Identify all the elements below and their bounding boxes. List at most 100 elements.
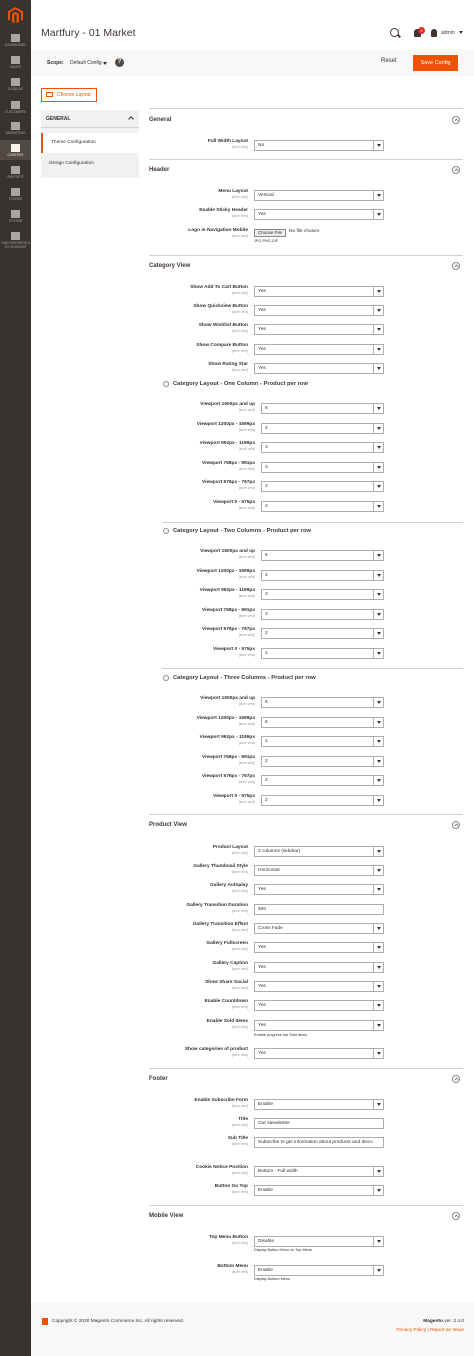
sidebar-item-find[interactable]: FIND PARTNERS & EXTENSIONS [0, 228, 31, 266]
chevron-down-icon[interactable] [373, 737, 383, 746]
tab-design-configuration[interactable]: Design Configuration [41, 154, 139, 174]
reset-button[interactable]: Reset [381, 58, 397, 64]
chevron-down-icon[interactable] [373, 287, 383, 296]
chevron-down-icon[interactable] [373, 963, 383, 972]
section-title-general[interactable]: General [149, 117, 171, 123]
chevron-down-icon[interactable] [373, 609, 383, 619]
chevron-down-icon[interactable] [373, 1167, 383, 1176]
select-viewport[interactable]: 6 [261, 550, 384, 561]
save-config-button[interactable]: Save Config [413, 55, 458, 71]
chevron-down-icon[interactable] [373, 698, 383, 707]
chevron-down-icon[interactable] [373, 482, 383, 491]
collapse-icon[interactable] [452, 1075, 460, 1083]
privacy-policy-link[interactable]: Privacy Policy [396, 1328, 426, 1333]
chevron-down-icon[interactable] [373, 795, 383, 805]
select-viewport[interactable]: 6 [261, 716, 384, 728]
sidebar-item-reports[interactable]: REPORTS [0, 162, 31, 182]
input-title[interactable]: Our Newsletter [254, 1118, 384, 1129]
chevron-down-icon[interactable] [103, 62, 107, 67]
select-add_cart[interactable]: Yes [254, 286, 384, 297]
section-title-category[interactable]: Category View [149, 263, 190, 269]
select-autoplay[interactable]: Yes [254, 884, 384, 895]
select-sticky[interactable]: Yes [254, 209, 384, 220]
select-viewport[interactable]: 2 [261, 736, 384, 747]
select-viewport[interactable]: 2 [261, 647, 384, 659]
select-show_cats[interactable]: Yes [254, 1048, 384, 1059]
chevron-down-icon[interactable] [373, 1237, 383, 1246]
select-effect[interactable]: Cross Fade [254, 923, 384, 934]
group-title-cat_one[interactable]: Category Layout - One Column - Product p… [173, 381, 308, 387]
collapse-icon[interactable] [452, 166, 460, 174]
select-viewport[interactable]: 3 [261, 608, 384, 620]
chevron-down-icon[interactable] [373, 1266, 383, 1275]
sidebar-item-system[interactable]: SYSTEM [0, 206, 31, 226]
user-name[interactable]: admin [441, 30, 455, 36]
chevron-down-icon[interactable] [373, 1021, 383, 1030]
input-subtitle[interactable]: Subscribe to get information about produ… [254, 1137, 384, 1148]
chevron-down-icon[interactable] [373, 570, 383, 580]
sidebar-item-customers[interactable]: CUSTOMERS [0, 97, 31, 117]
section-title-header[interactable]: Header [149, 167, 169, 173]
chevron-down-icon[interactable] [373, 404, 383, 413]
collapse-icon[interactable] [452, 1212, 460, 1220]
chevron-down-icon[interactable] [373, 847, 383, 856]
chevron-down-icon[interactable] [373, 551, 383, 560]
select-viewport[interactable]: 4 [261, 422, 384, 434]
chevron-down-icon[interactable] [373, 501, 383, 511]
select-fullscreen[interactable]: Yes [254, 942, 384, 953]
choose-file-button[interactable]: Choose File [254, 229, 286, 237]
sidebar-item-sales[interactable]: SALES [0, 52, 31, 72]
chevron-down-icon[interactable] [373, 756, 383, 766]
select-viewport[interactable]: 6 [261, 403, 384, 414]
chevron-down-icon[interactable] [373, 1001, 383, 1010]
chevron-down-icon[interactable] [373, 364, 383, 373]
select-rating[interactable]: Yes [254, 363, 384, 374]
chevron-down-icon[interactable] [373, 462, 383, 472]
choose-layout-button[interactable]: Choose Layout [41, 88, 97, 102]
chevron-down-icon[interactable] [373, 1186, 383, 1195]
select-cookie[interactable]: Bottom - Full width [254, 1166, 384, 1177]
select-caption[interactable]: Yes [254, 962, 384, 973]
group-title-cat_two[interactable]: Category Layout - Two Columns - Product … [173, 528, 311, 534]
user-icon[interactable] [431, 29, 437, 37]
select-countdown[interactable]: Yes [254, 1000, 384, 1011]
select-top_menu[interactable]: Disable [254, 1236, 384, 1247]
collapse-icon[interactable] [452, 262, 460, 270]
report-issue-link[interactable]: Report an Issue [430, 1328, 464, 1333]
help-icon[interactable]: ? [115, 58, 124, 67]
chevron-down-icon[interactable] [373, 1049, 383, 1058]
chevron-down-icon[interactable] [373, 629, 383, 638]
chevron-down-icon[interactable] [373, 885, 383, 894]
chevron-down-icon[interactable] [373, 443, 383, 452]
select-viewport[interactable]: 3 [261, 461, 384, 473]
scope-switcher[interactable]: Default Config [70, 60, 102, 66]
chevron-down-icon[interactable] [373, 924, 383, 933]
magento-logo-icon[interactable] [8, 7, 23, 24]
group-title-cat_three[interactable]: Category Layout - Three Columns - Produc… [173, 675, 316, 681]
chevron-down-icon[interactable] [373, 423, 383, 433]
chevron-down-icon[interactable] [373, 590, 383, 599]
sidebar-item-marketing[interactable]: MARKETING [0, 118, 31, 138]
notification-badge[interactable]: 3 [418, 27, 425, 34]
sidebar-item-stores[interactable]: STORES [0, 184, 31, 204]
chevron-down-icon[interactable] [373, 306, 383, 315]
sidebar-item-catalog[interactable]: CATALOG [0, 74, 31, 94]
chevron-down-icon[interactable] [373, 982, 383, 991]
select-viewport[interactable]: 2 [261, 775, 384, 786]
chevron-down-icon[interactable] [373, 866, 383, 875]
select-full_width[interactable]: No [254, 140, 384, 151]
sidebar-item-dashboard[interactable]: DASHBOARD [0, 30, 31, 50]
tab-group-general[interactable]: GENERAL [41, 110, 139, 128]
section-title-footer[interactable]: Footer [149, 1076, 168, 1082]
chevron-down-icon[interactable] [373, 717, 383, 727]
select-viewport[interactable]: 4 [261, 569, 384, 581]
select-sold[interactable]: Yes [254, 1020, 384, 1031]
collapse-icon[interactable] [163, 675, 169, 681]
search-icon[interactable] [390, 28, 399, 37]
select-quickview[interactable]: Yes [254, 305, 384, 316]
select-compare[interactable]: Yes [254, 344, 384, 355]
select-share[interactable]: Yes [254, 981, 384, 992]
chevron-down-icon[interactable] [373, 210, 383, 219]
collapse-icon[interactable] [452, 821, 460, 829]
collapse-icon[interactable] [163, 528, 169, 534]
